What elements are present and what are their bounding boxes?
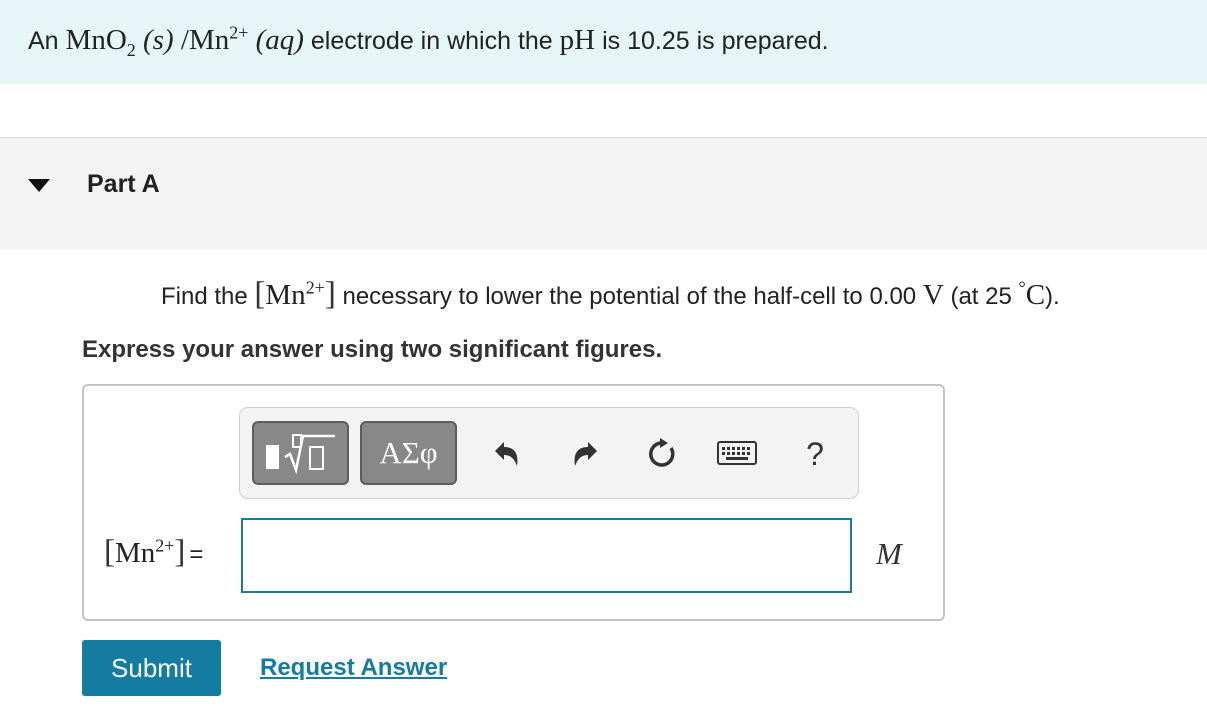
reset-icon[interactable] — [642, 435, 682, 473]
part-title[interactable]: Part A — [87, 170, 160, 199]
answer-instruction: Express your answer using two significan… — [82, 336, 663, 363]
answer-label: [Mn2+] = — [104, 534, 204, 570]
answer-input[interactable] — [241, 518, 852, 593]
templates-button[interactable] — [252, 421, 349, 485]
request-answer-link[interactable]: Request Answer — [260, 654, 447, 682]
part-a-header[interactable] — [0, 138, 1207, 250]
help-button[interactable]: ? — [795, 435, 835, 473]
math-toolbar: ΑΣφ ? — [239, 407, 859, 499]
submit-button[interactable]: Submit — [82, 640, 221, 696]
collapse-triangle-icon[interactable] — [28, 179, 50, 192]
redo-icon[interactable] — [565, 435, 605, 473]
electrode-formula: MnO2 (s) /Mn2+ (aq) — [65, 22, 304, 60]
question-text: Find the [Mn2+] necessary to lower the p… — [161, 276, 1060, 312]
problem-middle: electrode in which the — [310, 27, 553, 55]
templates-icon — [265, 434, 335, 475]
unit-label: M — [876, 536, 902, 571]
undo-icon[interactable] — [487, 435, 527, 473]
keyboard-icon[interactable] — [717, 435, 757, 473]
problem-suffix: is 10.25 is prepared. — [602, 27, 829, 55]
ph-symbol: pH — [559, 24, 596, 56]
symbols-button[interactable]: ΑΣφ — [360, 421, 457, 485]
problem-prefix: An — [28, 27, 59, 55]
problem-statement: An MnO2 (s) /Mn2+ (aq) electrode in whic… — [28, 22, 829, 60]
